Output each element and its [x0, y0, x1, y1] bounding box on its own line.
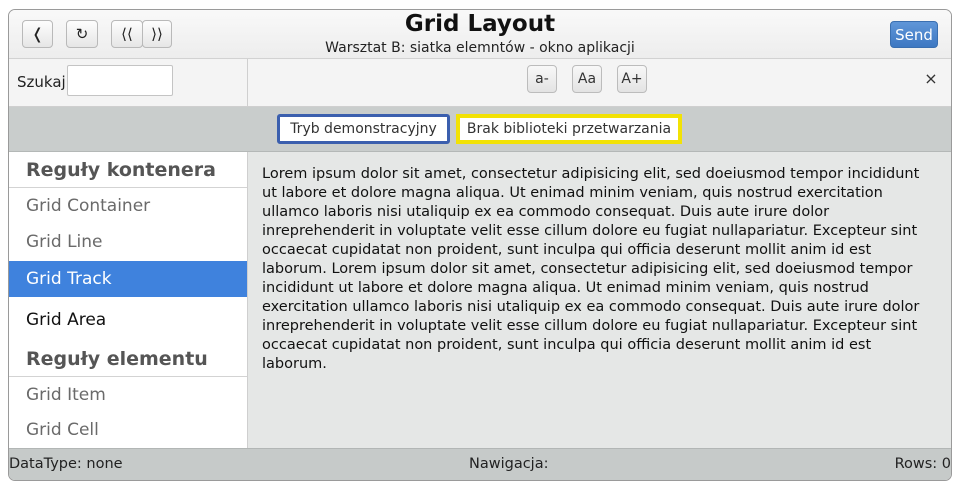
status-datatype: DataType: none — [9, 456, 123, 472]
window-subtitle: Warsztat B: siatka elemntów - okno aplik… — [325, 40, 635, 56]
mode-bar: Tryb demonstracyjny Brak biblioteki prze… — [9, 107, 951, 152]
title-bar: ❬ ↻ ⟨⟨ ⟩⟩ Grid Layout Warsztat B: siatka… — [9, 10, 951, 59]
window-title: Grid Layout — [404, 11, 556, 37]
sidebar-section-element-rules: Reguły elementu — [9, 341, 247, 377]
toolbar: Szukaj a- Aa A+ × — [9, 59, 951, 107]
library-status-button[interactable]: Brak biblioteki przetwarzania — [456, 114, 682, 144]
status-rows: Rows: 0 — [894, 456, 951, 472]
sidebar-section-container-rules: Reguły kontenera — [9, 152, 247, 188]
sidebar-item-grid-area[interactable]: Grid Area — [9, 302, 247, 338]
sidebar-item-grid-container[interactable]: Grid Container — [9, 189, 247, 223]
font-decrease-button[interactable]: a- — [527, 65, 557, 93]
content-text: Lorem ipsum dolor sit amet, consectetur … — [262, 166, 920, 372]
demo-mode-button[interactable]: Tryb demonstracyjny — [277, 114, 450, 144]
search-input[interactable] — [67, 65, 173, 96]
search-area: Szukaj — [9, 59, 248, 106]
sidebar-item-grid-track[interactable]: Grid Track — [9, 261, 247, 297]
sidebar-item-grid-line[interactable]: Grid Line — [9, 224, 247, 260]
font-reset-button[interactable]: Aa — [572, 65, 602, 93]
status-bar: DataType: none Nawigacja: Rows: 0 — [9, 448, 951, 480]
sidebar-item-grid-item[interactable]: Grid Item — [9, 378, 247, 412]
content-panel: Lorem ipsum dolor sit amet, consectetur … — [248, 152, 951, 448]
sidebar: Reguły kontenera Grid Container Grid Lin… — [9, 152, 248, 448]
search-label: Szukaj — [17, 73, 66, 91]
font-increase-button[interactable]: A+ — [617, 65, 647, 93]
send-button[interactable]: Send — [890, 21, 938, 48]
app-window: ❬ ↻ ⟨⟨ ⟩⟩ Grid Layout Warsztat B: siatka… — [8, 9, 952, 481]
close-icon[interactable]: × — [922, 69, 940, 89]
status-navigation: Nawigacja: — [469, 456, 549, 472]
sidebar-item-grid-cell[interactable]: Grid Cell — [9, 413, 247, 447]
